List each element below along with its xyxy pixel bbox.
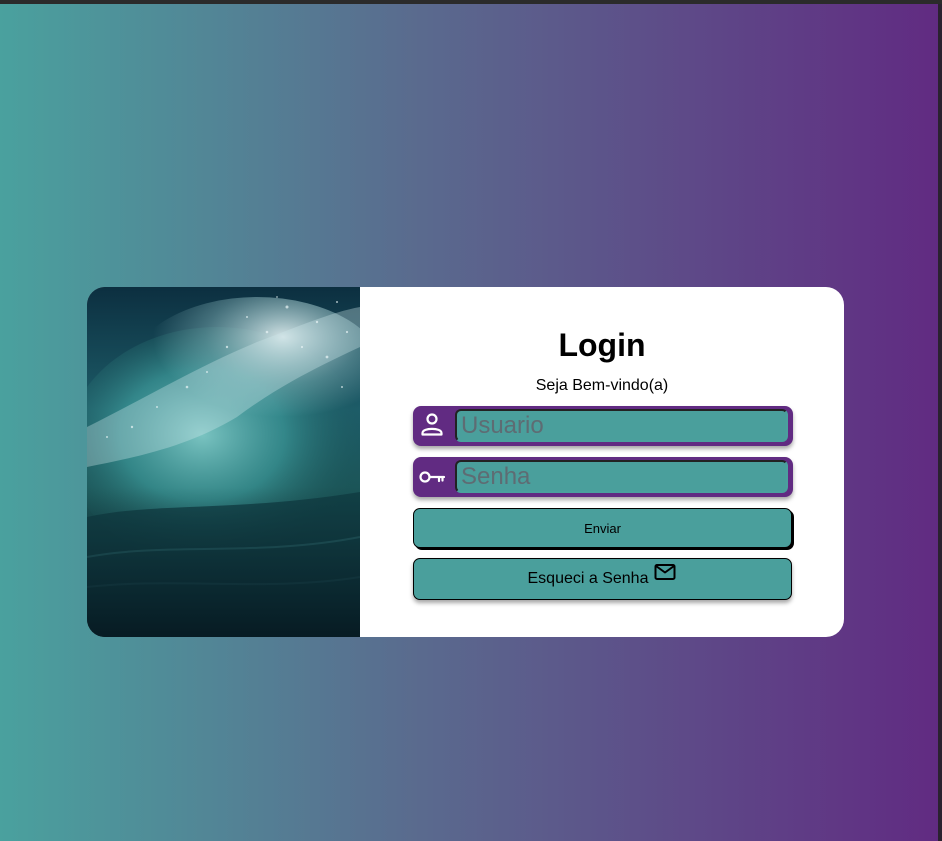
window-edge [938, 4, 942, 841]
welcome-text: Seja Bem-vindo(a) [535, 377, 669, 394]
login-form: Login Seja Bem-vindo(a) Enviar Esqu [360, 287, 844, 637]
login-card: Login Seja Bem-vindo(a) Enviar Esqu [87, 287, 844, 637]
password-field [413, 457, 793, 497]
forgot-password-button[interactable]: Esqueci a Senha [413, 558, 792, 600]
user-icon [417, 410, 447, 440]
submit-button[interactable]: Enviar [413, 508, 792, 548]
ocean-wave-photo [87, 287, 360, 637]
username-input[interactable] [455, 409, 788, 442]
key-icon [417, 461, 447, 491]
username-field [413, 406, 793, 446]
page-title: Login [558, 327, 646, 363]
mail-icon [653, 560, 677, 584]
forgot-password-label: Esqueci a Senha [527, 570, 649, 587]
password-input[interactable] [455, 460, 788, 493]
